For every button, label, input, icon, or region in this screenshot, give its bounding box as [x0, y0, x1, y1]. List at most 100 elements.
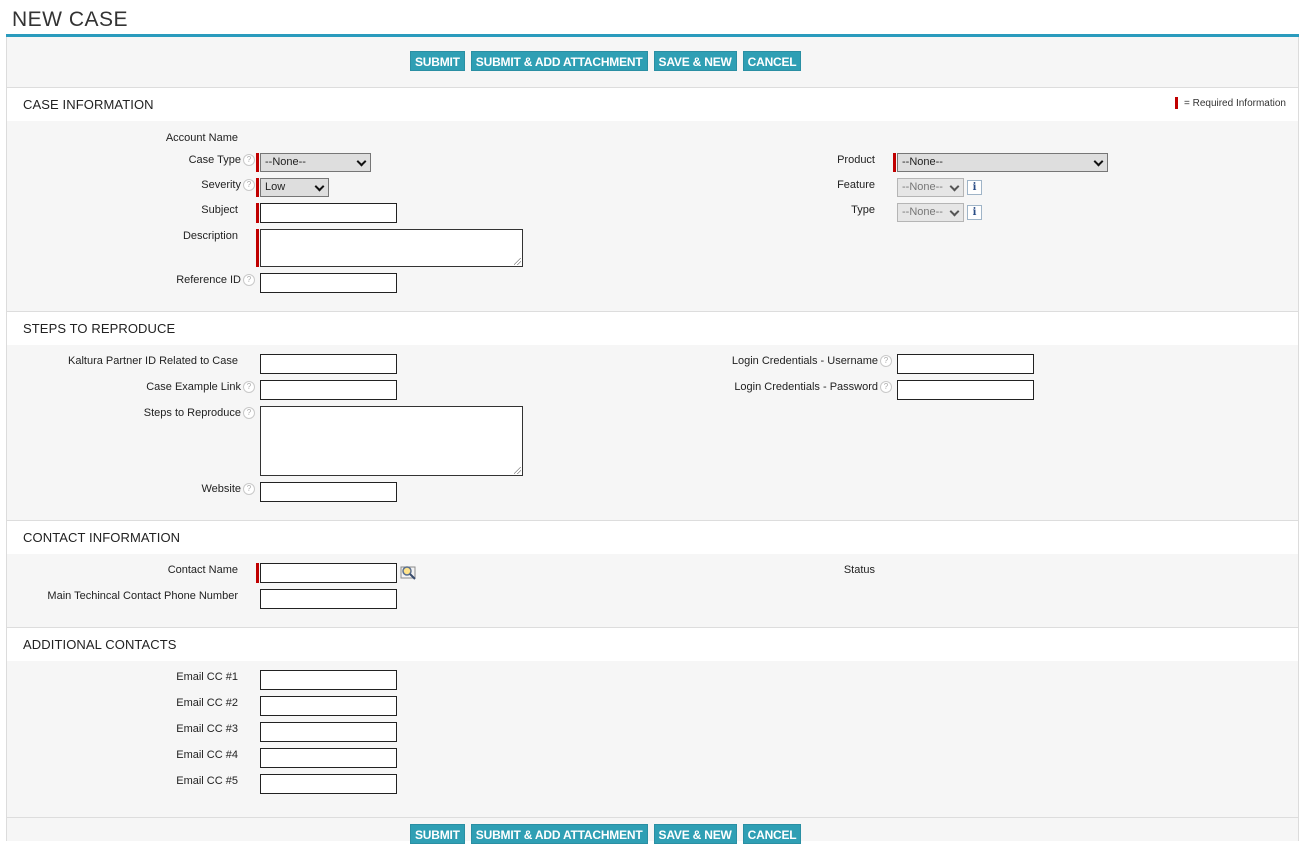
chevron-down-icon: [1093, 156, 1104, 167]
password-label-text: Login Credentials - Password: [734, 381, 878, 393]
type-value: --None--: [902, 206, 943, 218]
reference-id-label-text: Reference ID: [176, 274, 241, 286]
email-cc4-input[interactable]: [260, 748, 397, 768]
feature-value: --None--: [902, 181, 943, 193]
required-marker: [1174, 97, 1178, 109]
top-button-bar: SUBMIT SUBMIT & ADD ATTACHMENT SAVE & NE…: [7, 37, 1298, 87]
section-title: ADDITIONAL CONTACTS: [23, 637, 177, 652]
email-cc1-input[interactable]: [260, 670, 397, 690]
username-input[interactable]: [897, 354, 1034, 374]
required-marker: [256, 203, 259, 223]
section-contact-information: CONTACT INFORMATION: [7, 520, 1298, 554]
submit-add-attachment-button[interactable]: SUBMIT & ADD ATTACHMENT: [470, 51, 648, 71]
help-icon[interactable]: ?: [243, 179, 255, 192]
chevron-down-icon: [356, 156, 367, 167]
steps-label: Steps to Reproduce?: [143, 407, 255, 420]
help-icon[interactable]: ?: [243, 483, 255, 496]
feature-select: --None--: [897, 178, 964, 197]
bottom-button-bar: SUBMIT SUBMIT & ADD ATTACHMENT SAVE & NE…: [7, 817, 1298, 844]
website-label: Website?: [201, 483, 255, 496]
required-marker: [893, 153, 896, 172]
partner-id-label: Kaltura Partner ID Related to Case: [68, 355, 238, 367]
password-label: Login Credentials - Password?: [734, 381, 892, 394]
case-type-label: Case Type?: [188, 154, 255, 167]
account-name-label: Account Name: [165, 132, 238, 144]
email-cc1-label: Email CC #1: [176, 671, 238, 683]
help-icon[interactable]: ?: [243, 274, 255, 287]
submit-button[interactable]: SUBMIT: [410, 51, 465, 71]
section-title: STEPS TO REPRODUCE: [23, 321, 176, 336]
chevron-down-icon: [949, 206, 960, 217]
save-new-button[interactable]: SAVE & NEW: [653, 824, 737, 844]
feature-label: Feature: [837, 179, 875, 191]
contact-name-input[interactable]: [260, 563, 397, 583]
section-title: CONTACT INFORMATION: [23, 530, 181, 545]
phone-label: Main Techincal Contact Phone Number: [47, 590, 238, 602]
product-label: Product: [837, 154, 875, 166]
info-icon[interactable]: i: [967, 180, 982, 195]
help-icon[interactable]: ?: [880, 355, 892, 368]
description-textarea[interactable]: [260, 229, 523, 267]
reference-id-input[interactable]: [260, 273, 397, 293]
info-icon[interactable]: i: [967, 205, 982, 220]
page-title: NEW CASE: [12, 8, 129, 31]
required-legend: = Required Information: [1174, 97, 1286, 109]
partner-id-input[interactable]: [260, 354, 397, 374]
submit-button[interactable]: SUBMIT: [410, 824, 465, 844]
lookup-icon[interactable]: [400, 564, 417, 580]
subject-label: Subject: [201, 204, 238, 216]
example-link-input[interactable]: [260, 380, 397, 400]
submit-add-attachment-button[interactable]: SUBMIT & ADD ATTACHMENT: [470, 824, 648, 844]
case-type-label-text: Case Type: [188, 154, 241, 166]
email-cc5-label: Email CC #5: [176, 775, 238, 787]
help-icon[interactable]: ?: [880, 381, 892, 394]
reference-id-label: Reference ID?: [176, 274, 255, 287]
type-select: --None--: [897, 203, 964, 222]
help-icon[interactable]: ?: [243, 407, 255, 420]
save-new-button[interactable]: SAVE & NEW: [653, 51, 737, 71]
chevron-down-icon: [314, 181, 325, 192]
contact-name-label: Contact Name: [167, 564, 238, 576]
help-icon[interactable]: ?: [243, 154, 255, 167]
type-label: Type: [851, 204, 875, 216]
section-steps-to-reproduce: STEPS TO REPRODUCE: [7, 311, 1298, 345]
section-additional-contacts: ADDITIONAL CONTACTS: [7, 627, 1298, 661]
example-link-label-text: Case Example Link: [146, 381, 241, 393]
severity-value: Low: [265, 181, 286, 193]
section-title: CASE INFORMATION: [23, 97, 154, 112]
required-marker: [256, 229, 259, 267]
email-cc4-label: Email CC #4: [176, 749, 238, 761]
email-cc2-label: Email CC #2: [176, 697, 238, 709]
username-label-text: Login Credentials - Username: [731, 355, 878, 367]
website-label-text: Website: [201, 483, 241, 495]
case-type-value: --None--: [265, 156, 306, 168]
description-label: Description: [182, 230, 238, 242]
steps-textarea[interactable]: [260, 406, 523, 476]
product-value: --None--: [902, 156, 943, 168]
severity-label: Severity?: [201, 179, 255, 192]
steps-label-text: Steps to Reproduce: [143, 407, 241, 419]
case-type-select[interactable]: --None--: [260, 153, 371, 172]
required-marker: [256, 153, 259, 172]
email-cc2-input[interactable]: [260, 696, 397, 716]
subject-input[interactable]: [260, 203, 397, 223]
severity-select[interactable]: Low: [260, 178, 329, 197]
cancel-button[interactable]: CANCEL: [742, 51, 802, 71]
required-legend-text: = Required Information: [1183, 97, 1286, 109]
username-label: Login Credentials - Username?: [731, 355, 892, 368]
phone-input[interactable]: [260, 589, 397, 609]
resize-handle[interactable]: [514, 258, 521, 265]
email-cc5-input[interactable]: [260, 774, 397, 794]
email-cc3-input[interactable]: [260, 722, 397, 742]
help-icon[interactable]: ?: [243, 381, 255, 394]
required-marker: [256, 563, 259, 583]
resize-handle[interactable]: [514, 467, 521, 474]
status-label: Status: [843, 564, 875, 576]
section-case-information: CASE INFORMATION = Required Information: [7, 87, 1298, 121]
cancel-button[interactable]: CANCEL: [742, 824, 802, 844]
chevron-down-icon: [949, 181, 960, 192]
website-input[interactable]: [260, 482, 397, 502]
product-select[interactable]: --None--: [897, 153, 1108, 172]
password-input[interactable]: [897, 380, 1034, 400]
example-link-label: Case Example Link?: [146, 381, 255, 394]
